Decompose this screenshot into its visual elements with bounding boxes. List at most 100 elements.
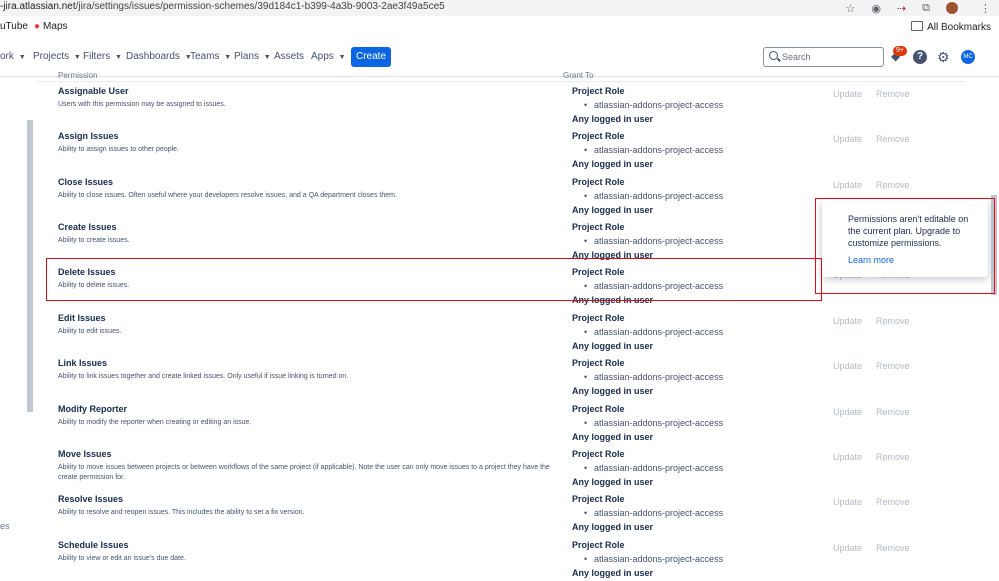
help-icon[interactable]: ? [913,50,927,64]
all-bookmarks[interactable]: All Bookmarks [911,21,991,33]
header-divider [36,81,966,82]
nav-teams[interactable]: Teams ▼ [190,51,231,62]
menu-icon[interactable]: ⋮ [980,2,991,15]
search-placeholder: Search [782,52,811,62]
grant-role-item: atlassian-addons-project-access [584,372,723,382]
nav-filters-label: Filters [83,51,111,62]
sidebar-item-label[interactable]: es [0,521,10,531]
grant-role: Project Role [572,404,625,414]
nav-plans-label: Plans [234,51,260,62]
permission-description: Ability to resolve and reopen issues. Th… [58,509,305,516]
maps-pin-icon: ● [34,21,41,32]
chevron-down-icon: ▼ [115,54,122,61]
nav-teams-label: Teams [190,51,220,62]
grant-role-item: atlassian-addons-project-access [584,191,723,201]
grant-role: Project Role [572,358,625,368]
nav-your-work-label: ork [0,51,14,62]
nav-plans[interactable]: Plans ▼ [234,51,271,62]
chevron-down-icon: ▼ [338,54,346,61]
grant-role: Project Role [572,313,625,323]
permission-name: Assign Issues [58,131,119,141]
folder-icon [911,21,924,31]
permission-name: Close Issues [58,177,114,187]
grant-any-user: Any logged in user [572,522,654,532]
update-button[interactable]: Update [833,180,862,190]
browser-url-bar[interactable]: -jira.atlassian.net/jira/settings/issues… [0,0,999,16]
remove-button[interactable]: Remove [876,89,910,99]
url-text[interactable]: -jira.atlassian.net/jira/settings/issues… [0,1,445,12]
nav-apps-label: Apps [311,51,334,62]
permission-name: Move Issues [58,449,112,459]
settings-gear-icon[interactable]: ⚙ [937,50,951,64]
update-button[interactable]: Update [833,407,862,417]
remove-button[interactable]: Remove [876,452,910,462]
sidebar-scrollbar[interactable] [27,120,33,412]
update-button[interactable]: Update [833,543,862,553]
permission-name: Schedule Issues [58,540,129,550]
highlight-box-delete-issues [46,258,822,301]
remove-button[interactable]: Remove [876,361,910,371]
grant-role-item: atlassian-addons-project-access [584,508,723,518]
update-button[interactable]: Update [833,497,862,507]
search-input[interactable]: Search [763,47,884,67]
grant-any-user: Any logged in user [572,159,654,169]
update-button[interactable]: Update [833,89,862,99]
create-button[interactable]: Create [351,47,391,67]
highlight-box-popup [815,198,995,294]
remove-button[interactable]: Remove [876,180,910,190]
permission-name: Create Issues [58,222,117,232]
grant-role: Project Role [572,222,625,232]
grant-role-item: atlassian-addons-project-access [584,327,723,337]
nav-projects-label: Projects [33,51,70,62]
permission-description: Ability to link issues together and crea… [58,373,349,380]
permission-description: Users with this permission may be assign… [58,101,226,108]
grant-any-user: Any logged in user [572,341,654,351]
user-avatar[interactable]: MC [961,50,975,64]
permission-description: Ability to assign issues to other people… [58,146,180,153]
chevron-down-icon: ▼ [73,54,81,61]
nav-apps[interactable]: Apps ▼ [311,51,346,62]
bookmark-maps-label: Maps [43,21,68,32]
grant-role-item: atlassian-addons-project-access [584,554,723,564]
grant-role-item: atlassian-addons-project-access [584,145,723,155]
grant-any-user: Any logged in user [572,432,654,442]
permission-description: Ability to edit issues. [58,328,122,335]
incognito-icon[interactable]: ◉ [871,2,881,15]
profile-avatar-icon[interactable] [946,2,958,14]
bookmark-maps[interactable]: ● Maps [34,21,68,32]
grant-any-user: Any logged in user [572,205,654,215]
nav-projects[interactable]: Projects ▼ [33,51,81,62]
chevron-down-icon: ▼ [224,54,232,61]
column-header-permission: Permission [58,71,98,80]
permission-description: Ability to close issues. Often useful wh… [58,192,397,199]
remove-button[interactable]: Remove [876,316,910,326]
permission-name: Link Issues [58,358,108,368]
update-button[interactable]: Update [833,361,862,371]
bookmark-youtube[interactable]: uTube [0,21,28,32]
nav-filters[interactable]: Filters ▼ [83,51,122,62]
url-path: /jira/settings/issues/permission-schemes… [75,1,445,12]
puzzle-icon[interactable]: ⧉ [922,2,930,15]
nav-assets[interactable]: Assets [274,51,304,62]
bookmark-star-icon[interactable]: ☆ [845,2,855,15]
grant-any-user: Any logged in user [572,114,654,124]
grant-any-user: Any logged in user [572,386,654,396]
update-button[interactable]: Update [833,452,862,462]
chevron-down-icon: ▼ [18,54,26,61]
extension-icon[interactable]: ⇢ [897,2,906,15]
remove-button[interactable]: Remove [876,134,910,144]
remove-button[interactable]: Remove [876,543,910,553]
update-button[interactable]: Update [833,316,862,326]
nav-assets-label: Assets [274,51,305,62]
nav-your-work[interactable]: ork ▼ [0,51,26,62]
remove-button[interactable]: Remove [876,497,910,507]
grant-role: Project Role [572,540,625,550]
remove-button[interactable]: Remove [876,407,910,417]
permission-description: Ability to view or edit an issue's due d… [58,555,186,562]
permission-description: Ability to create issues. [58,237,130,244]
nav-dashboards[interactable]: Dashboards ▼ [126,51,192,62]
permission-name: Assignable User [58,86,129,96]
grant-role-item: atlassian-addons-project-access [584,236,723,246]
update-button[interactable]: Update [833,134,862,144]
nav-dashboards-label: Dashboards [126,51,180,62]
